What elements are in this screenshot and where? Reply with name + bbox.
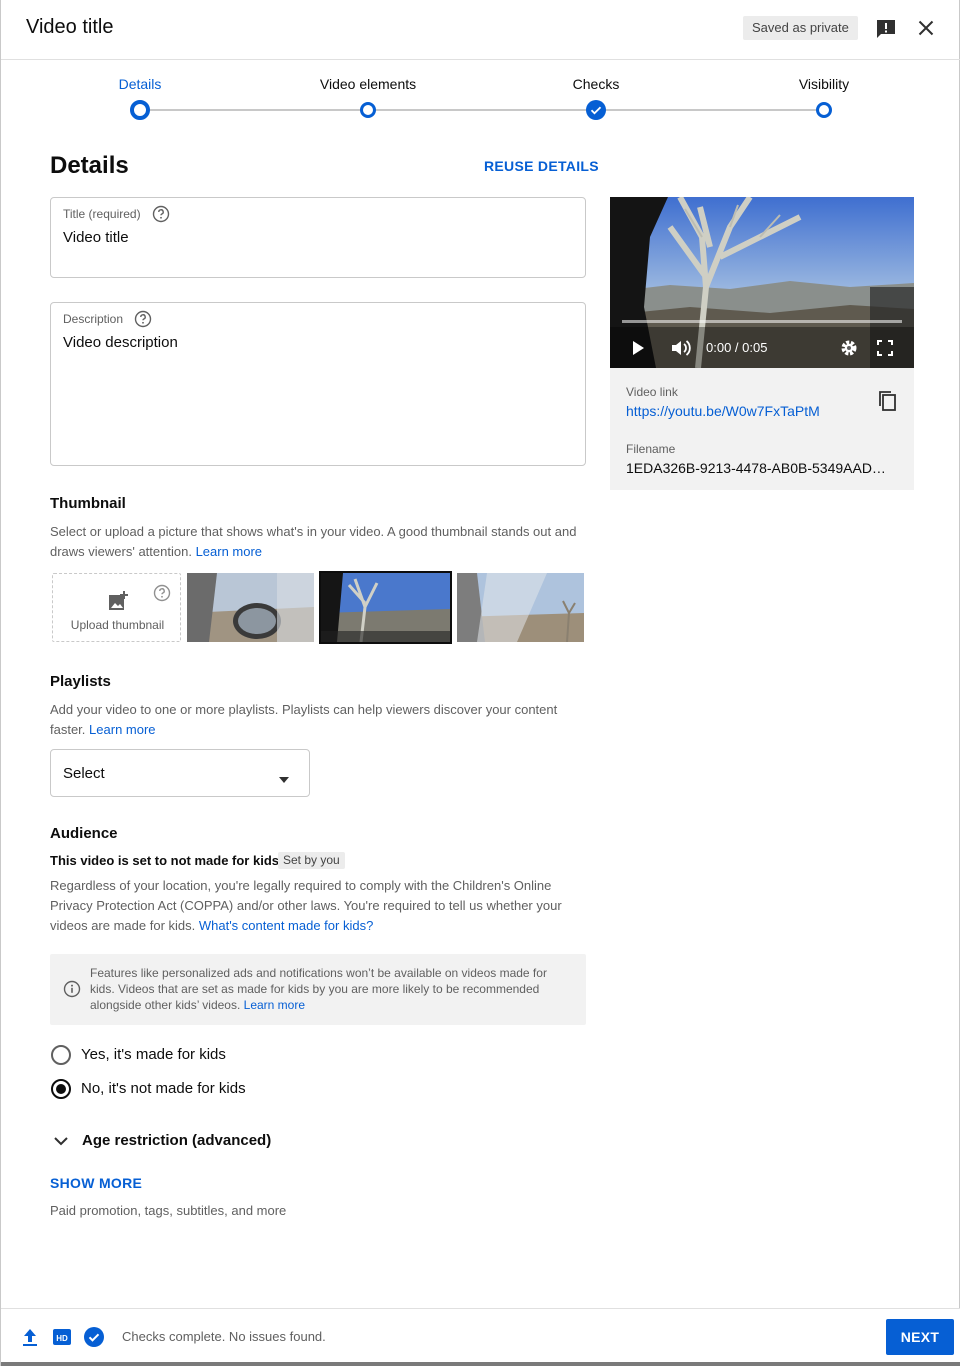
playlist-select-value: Select (63, 765, 105, 782)
coppa-description: Regardless of your location, you're lega… (50, 876, 586, 936)
add-image-icon (108, 591, 128, 616)
playlists-heading: Playlists (50, 673, 111, 690)
step-label: Video elements (319, 76, 417, 92)
thumbnail-text: Select or upload a picture that shows wh… (50, 524, 577, 559)
kids-info-learn-more-link[interactable]: Learn more (244, 998, 305, 1012)
upload-thumbnail-button[interactable]: Upload thumbnail (52, 573, 181, 642)
hd-icon: HD (51, 1326, 73, 1348)
video-preview-panel: 0:00 / 0:05 Video link https://youtu.be/… (610, 197, 914, 490)
step-label: Visibility (798, 76, 850, 92)
title-field-value: Video title (63, 229, 129, 246)
thumbnail-option-1[interactable] (187, 573, 314, 642)
progress-stepper: Details Video elements Checks Visibility (1, 60, 960, 130)
title-field[interactable]: Title (required) Video title (50, 197, 586, 278)
check-icon (586, 100, 606, 120)
video-player[interactable]: 0:00 / 0:05 (610, 197, 914, 368)
upload-dialog: Video title Saved as private Details Vid… (0, 0, 960, 1366)
kids-info-text: Features like personalized ads and notif… (90, 966, 547, 1012)
show-more-description: Paid promotion, tags, subtitles, and mor… (50, 1203, 287, 1218)
stepper-line (140, 109, 824, 111)
thumbnail-description: Select or upload a picture that shows wh… (50, 522, 586, 562)
step-visibility[interactable]: Visibility (744, 74, 904, 118)
thumbnail-heading: Thumbnail (50, 495, 126, 512)
video-link-label: Video link (626, 385, 678, 399)
radio-made-for-kids[interactable] (50, 1044, 72, 1066)
copy-icon[interactable] (875, 389, 899, 413)
description-field-value: Video description (63, 334, 178, 351)
set-by-badge: Set by you (278, 852, 345, 869)
step-checks[interactable]: Checks (516, 74, 676, 120)
video-time: 0:00 / 0:05 (706, 340, 768, 355)
thumbnail-image (457, 573, 584, 642)
filename-label: Filename (626, 442, 676, 456)
play-icon[interactable] (630, 339, 646, 362)
dialog-title: Video title (26, 16, 114, 38)
description-field[interactable]: Description Video description (50, 302, 586, 466)
step-indicator (130, 100, 150, 120)
kids-info-box: Features like personalized ads and notif… (50, 954, 586, 1025)
next-button[interactable]: NEXT (886, 1319, 954, 1355)
show-more-button[interactable]: SHOW MORE (50, 1175, 142, 1191)
step-indicator (360, 102, 376, 118)
playlists-description: Add your video to one or more playlists.… (50, 700, 586, 740)
description-field-label: Description (63, 312, 124, 326)
radio-not-made-for-kids-label[interactable]: No, it's not made for kids (81, 1080, 246, 1097)
title-field-label: Title (required) (63, 207, 141, 221)
step-video-elements[interactable]: Video elements (288, 74, 448, 118)
checks-status-text: Checks complete. No issues found. (122, 1329, 326, 1344)
info-icon (63, 980, 81, 998)
radio-not-made-for-kids[interactable] (50, 1078, 72, 1100)
fullscreen-icon[interactable] (877, 340, 893, 361)
upload-icon (19, 1326, 41, 1348)
help-icon[interactable] (134, 310, 152, 328)
age-restriction-toggle[interactable]: Age restriction (advanced) (82, 1132, 271, 1149)
video-progress-bar[interactable] (622, 320, 902, 323)
step-label: Checks (572, 76, 620, 92)
thumbnail-learn-more-link[interactable]: Learn more (196, 544, 262, 559)
thumbnail-image (321, 573, 450, 642)
thumbnail-option-2-selected[interactable] (319, 571, 452, 644)
window-bottom-edge (1, 1362, 960, 1366)
kids-content-link[interactable]: What's content made for kids? (199, 918, 373, 933)
help-icon[interactable] (153, 584, 171, 607)
filename-value: 1EDA326B-9213-4478-AB0B-5349AAD… (626, 460, 886, 476)
playlists-learn-more-link[interactable]: Learn more (89, 722, 155, 737)
reuse-details-button[interactable]: REUSE DETAILS (484, 158, 599, 174)
step-label: Details (118, 76, 162, 92)
close-icon[interactable] (914, 16, 938, 40)
playlist-select[interactable]: Select (50, 749, 310, 797)
hd-icon-label: HD (56, 1334, 68, 1343)
saved-status-badge: Saved as private (743, 16, 858, 40)
checks-complete-icon (83, 1326, 105, 1348)
volume-icon[interactable] (670, 338, 692, 363)
upload-thumbnail-label: Upload thumbnail (70, 618, 165, 632)
video-link[interactable]: https://youtu.be/W0w7FxTaPtM (626, 403, 820, 419)
step-details[interactable]: Details (60, 74, 220, 120)
dialog-header: Video title Saved as private (1, 0, 960, 60)
help-icon[interactable] (152, 205, 170, 223)
radio-made-for-kids-label[interactable]: Yes, it's made for kids (81, 1046, 226, 1063)
audience-status: This video is set to not made for kids (50, 853, 279, 868)
thumbnail-option-3[interactable] (457, 573, 584, 642)
settings-gear-icon[interactable] (840, 339, 858, 362)
step-indicator (816, 102, 832, 118)
audience-heading: Audience (50, 825, 118, 842)
chevron-down-icon[interactable] (53, 1134, 69, 1146)
feedback-icon[interactable] (874, 17, 898, 41)
dropdown-caret-icon (279, 770, 289, 783)
thumbnail-image (187, 573, 314, 642)
details-heading: Details (50, 152, 129, 179)
dialog-footer: HD Checks complete. No issues found. NEX… (1, 1308, 960, 1366)
kids-info-text-block: Features like personalized ads and notif… (90, 965, 570, 1013)
